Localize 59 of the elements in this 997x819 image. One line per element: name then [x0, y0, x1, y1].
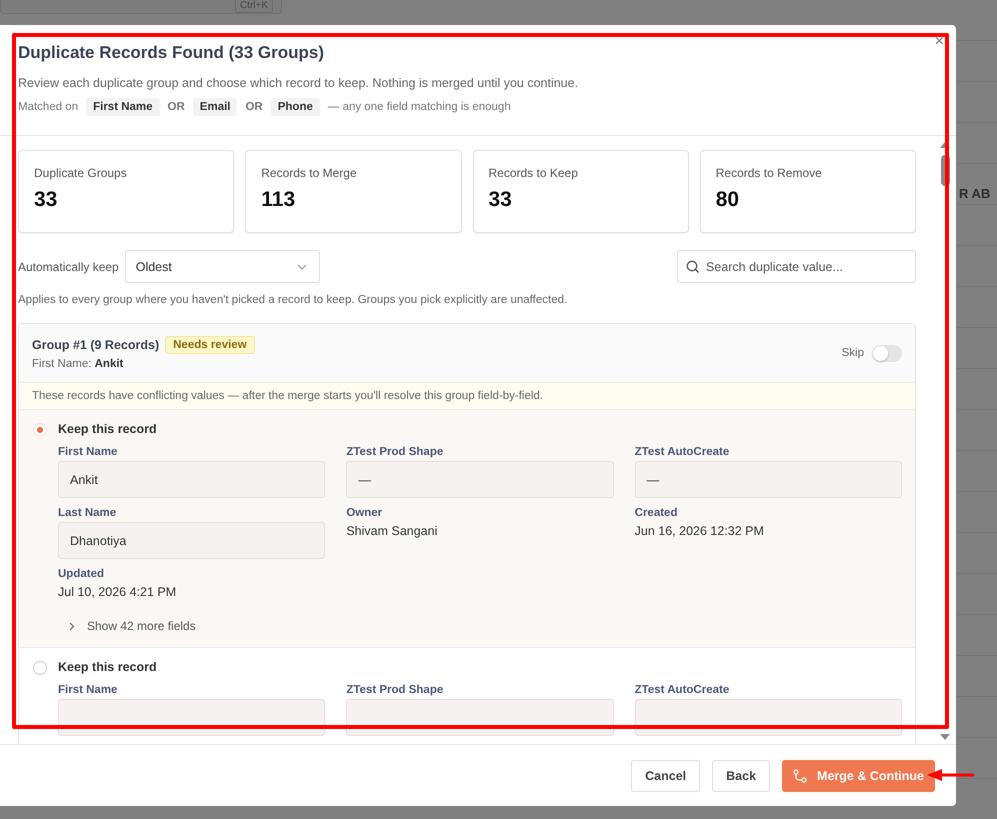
status-badge: Needs review: [165, 336, 255, 354]
group-title: Group #1 (9 Records): [32, 338, 160, 352]
field-label: Owner: [346, 507, 384, 519]
field-label: First Name: [58, 684, 118, 696]
skip-label: Skip: [842, 347, 864, 359]
field-chip: First Name: [86, 98, 160, 116]
footer-button[interactable]: Back: [712, 760, 770, 792]
stat-label: Records to Keep: [488, 166, 579, 180]
close-button[interactable]: ×: [934, 35, 944, 49]
search-field[interactable]: Search duplicate value...: [677, 250, 916, 283]
footer-button[interactable]: Cancel: [631, 760, 700, 792]
keep-radio[interactable]: [33, 661, 47, 675]
match-note: — any one field matching is enough: [328, 101, 511, 113]
arrow-drawing: [926, 768, 976, 782]
keep-radio[interactable]: [33, 423, 47, 437]
dialog-title: Duplicate Records Found (33 Groups): [18, 43, 326, 63]
field-input[interactable]: Ankit: [58, 461, 326, 498]
field-value: Jun 16, 2026 12:32 PM: [634, 524, 765, 538]
merge-icon: [793, 768, 808, 782]
scroll-up-arrow-icon[interactable]: [940, 141, 950, 149]
column-header: R AB: [959, 186, 990, 201]
auto-keep-label: Automatically keep: [18, 260, 119, 274]
operator-label: OR: [245, 101, 263, 113]
field-label: ZTest AutoCreate: [634, 684, 730, 696]
field-chip: Phone: [270, 98, 320, 116]
matched-on-label: Matched on: [18, 101, 78, 113]
stat-value: 113: [261, 188, 296, 212]
keep-dropdown[interactable]: Oldest: [124, 250, 320, 283]
stat-value: 80: [716, 188, 740, 212]
field-label: ZTest Prod Shape: [346, 684, 444, 696]
dialog-description: Review each duplicate group and choose which record to keep. Nothing is merged until you continue.: [18, 76, 580, 90]
group-match-text: First Name: Ankit: [32, 358, 124, 370]
stat-value: 33: [34, 188, 58, 212]
keep-record-label: Keep this record: [58, 422, 158, 436]
stat-label: Records to Merge: [261, 166, 358, 180]
field-label: Last Name: [58, 507, 118, 519]
field-value: Shivam Sangani: [346, 524, 438, 538]
field-chip: Email: [192, 98, 238, 116]
field-value: Jul 10, 2026 4:21 PM: [58, 585, 178, 599]
stat-value: 33: [488, 188, 513, 212]
field-label: Updated: [58, 568, 105, 580]
skip-toggle[interactable]: [872, 344, 902, 362]
field-label: First Name: [58, 446, 118, 458]
chevron-down-icon: [296, 264, 307, 270]
field-input[interactable]: Dhanotiya: [58, 522, 326, 559]
stat-label: Duplicate Groups: [34, 166, 128, 180]
scroll-down-arrow-icon[interactable]: [940, 733, 950, 741]
show-more-button[interactable]: Show 42 more fields: [68, 619, 196, 633]
shortcut-key: Ctrl+K: [234, 0, 273, 13]
operator-label: OR: [168, 101, 185, 113]
conflict-warning: These records have conflicting values — after the merge starts you'll resolve this group field-by-field.: [19, 383, 915, 410]
field-input[interactable]: —: [346, 461, 614, 498]
field-label: Created: [634, 507, 678, 519]
keep-record-label: Keep this record: [58, 660, 158, 674]
field-label: ZTest AutoCreate: [634, 446, 730, 458]
field-input[interactable]: —: [634, 461, 902, 498]
field-label: ZTest Prod Shape: [346, 446, 444, 458]
stat-label: Records to Remove: [716, 166, 823, 180]
auto-keep-note: Applies to every group where you haven't picked a record to keep. Groups you pick explicitly are unaffected.: [18, 294, 568, 306]
